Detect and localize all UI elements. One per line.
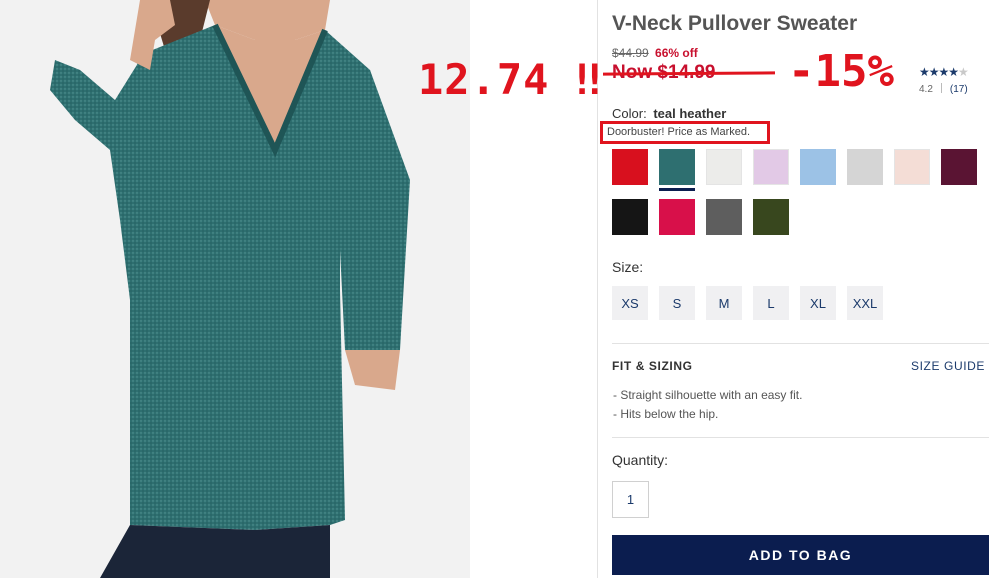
size-label: Size: (612, 259, 644, 275)
color-swatch-blush[interactable] (894, 149, 930, 185)
quantity-input[interactable]: 1 (612, 481, 649, 518)
color-label: Color: (612, 106, 647, 121)
annotation-discount: -15% (788, 46, 894, 97)
color-value: teal heather (653, 106, 727, 121)
fit-detail: - Hits below the hip. (613, 407, 719, 421)
color-swatch-lilac[interactable] (753, 149, 789, 185)
color-swatch-burgundy[interactable] (941, 149, 977, 185)
color-swatch-light-blue[interactable] (800, 149, 836, 185)
rating-widget[interactable]: ★★★★★ 4.2 (17) (919, 65, 969, 95)
size-s-button[interactable]: S (659, 286, 695, 320)
discount-percent: 66% off (655, 46, 698, 60)
size-xxl-button[interactable]: XXL (847, 286, 883, 320)
color-swatch-red[interactable] (612, 149, 648, 185)
product-title: V-Neck Pullover Sweater (612, 12, 858, 35)
color-swatch-teal-heather[interactable] (659, 149, 695, 191)
review-count-link[interactable]: (17) (950, 84, 968, 95)
rating-value: 4.2 (919, 84, 933, 95)
doorbuster-notice: Doorbuster! Price as Marked. (600, 121, 770, 144)
add-to-bag-button[interactable]: ADD TO BAG (612, 535, 989, 575)
annotation-calculated-price: 12.74 ‼ (418, 55, 603, 104)
color-swatch-black[interactable] (612, 199, 648, 235)
rating-separator (940, 83, 942, 93)
original-price: $44.99 (612, 46, 649, 60)
color-swatch-charcoal[interactable] (706, 199, 742, 235)
quantity-label: Quantity: (612, 452, 669, 468)
rating-summary: 4.2 (17) (919, 83, 968, 95)
product-photo (0, 0, 470, 578)
color-label-row: Color: teal heather (612, 106, 726, 121)
fit-sizing-heading: FIT & SIZING (612, 359, 693, 373)
empty-star: ★ (958, 65, 969, 79)
size-m-button[interactable]: M (706, 286, 742, 320)
color-swatch-pink[interactable] (659, 199, 695, 235)
size-options: XS S M L XL XXL (612, 286, 883, 320)
divider (612, 343, 989, 344)
color-swatch-off-white[interactable] (706, 149, 742, 185)
color-swatch-light-grey[interactable] (847, 149, 883, 185)
size-xs-button[interactable]: XS (612, 286, 648, 320)
rating-stars: ★★★★★ (919, 65, 969, 79)
color-swatch-olive[interactable] (753, 199, 789, 235)
size-guide-link[interactable]: SIZE GUIDE (911, 359, 985, 373)
size-l-button[interactable]: L (753, 286, 789, 320)
annotation-strike-line (602, 71, 776, 76)
size-xl-button[interactable]: XL (800, 286, 836, 320)
color-swatches (612, 149, 984, 235)
fit-details-list: - Straight silhouette with an easy fit. … (613, 386, 802, 424)
divider (612, 437, 989, 438)
fit-detail: - Straight silhouette with an easy fit. (613, 388, 803, 402)
filled-stars: ★★★★ (919, 65, 959, 79)
original-price-row: $44.99 66% off (612, 46, 698, 60)
